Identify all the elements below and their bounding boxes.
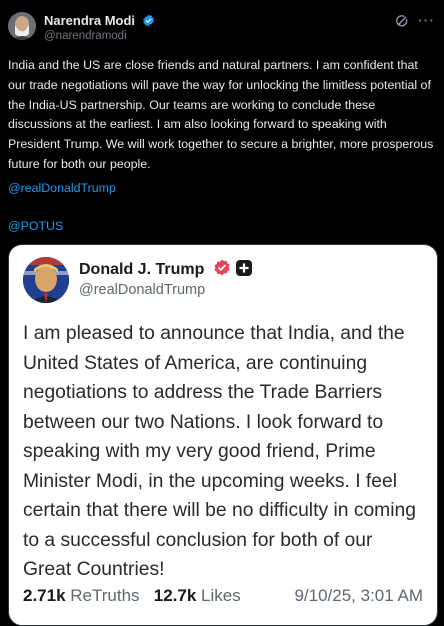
embedded-post-timestamp[interactable]: 9/10/25, 3:01 AM [294,586,423,606]
post-text: India and the US are close friends and n… [8,58,434,171]
embedded-author-name-row[interactable]: Donald J. Trump [79,259,253,282]
verified-badge-icon [142,14,155,30]
embedded-post-card[interactable]: Donald J. Trump @realDonaldTrump I am pl… [8,244,438,626]
retruths-label: ReTruths [70,586,140,605]
embedded-post-text: I am pleased to announce that India, and… [23,323,416,580]
post: Narendra Modi @narendramodi ··· India an… [0,0,444,626]
retruths-stat[interactable]: 2.71k ReTruths [23,586,140,605]
author-handle[interactable]: @narendramodi [44,30,127,42]
post-text-container: India and the US are close friends and n… [8,56,438,175]
embedded-author-handle[interactable]: @realDonaldTrump [79,282,205,298]
likes-count: 12.7k [153,586,197,605]
retruths-count: 2.71k [23,586,66,605]
author-avatar[interactable] [8,12,36,40]
mention-link[interactable]: @realDonaldTrump [8,181,116,195]
more-options-icon[interactable]: ··· [418,12,435,28]
truth-verified-badge-icon [214,259,252,276]
embedded-badges [213,259,253,282]
embedded-post-stats: 2.71k ReTruths 12.7k Likes 9/10/25, 3:01… [23,586,423,606]
mention-link[interactable]: @POTUS [8,219,63,233]
embedded-author-avatar[interactable] [23,257,69,303]
embedded-author-name[interactable]: Donald J. Trump [79,261,204,278]
author-name[interactable]: Narendra Modi [44,13,135,28]
grok-icon[interactable] [395,14,409,33]
likes-stat[interactable]: 12.7k Likes [154,586,241,605]
author-name-row[interactable]: Narendra Modi [44,13,155,30]
likes-label: Likes [201,586,241,605]
